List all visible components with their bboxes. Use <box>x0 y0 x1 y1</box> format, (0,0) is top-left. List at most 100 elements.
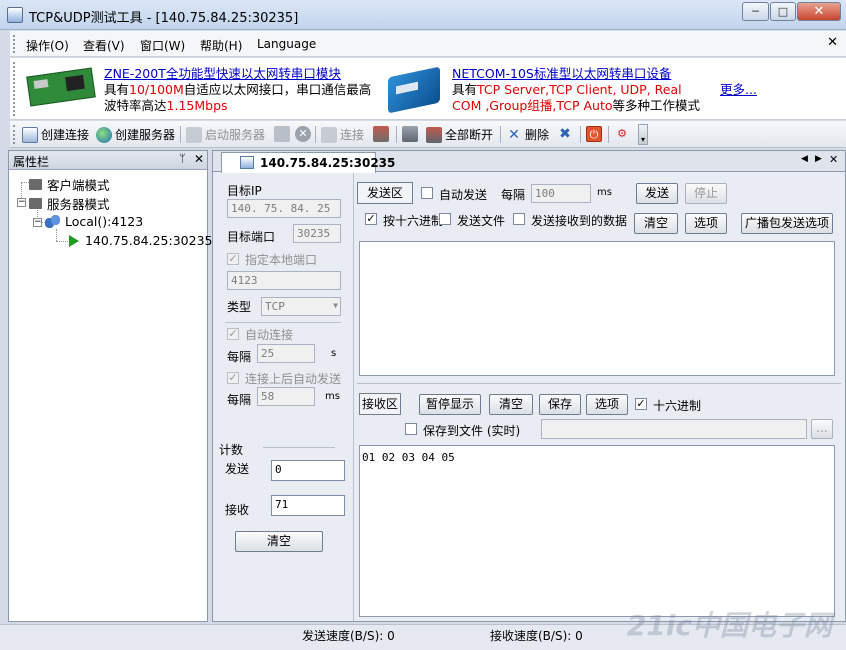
menu-close-icon[interactable]: ✕ <box>827 35 838 50</box>
target-port-field[interactable]: 30235 <box>293 224 341 243</box>
create-connection-button[interactable]: 创建连接 <box>22 126 89 143</box>
broadcast-options-button[interactable]: 广播包发送选项 <box>741 213 833 234</box>
send-textarea[interactable] <box>359 241 835 376</box>
disconnect-single-button[interactable] <box>402 126 421 142</box>
browse-button[interactable]: ... <box>811 419 833 439</box>
menu-view[interactable]: 查看(V) <box>83 37 125 54</box>
send-interval-label: 每隔 <box>501 188 526 202</box>
tree-local[interactable]: Local():4123 <box>45 214 143 229</box>
toolbar-separator <box>580 126 581 143</box>
power-button[interactable]: ⏻ <box>586 126 605 142</box>
tab-next-icon[interactable]: ▶ <box>815 154 822 164</box>
session-icon <box>240 156 254 169</box>
watermark-logo: 21ic中国电子网 <box>626 609 832 642</box>
app-icon <box>7 7 23 23</box>
network-icon <box>402 126 418 142</box>
title-bar: TCP&UDP测试工具 - [140.75.84.25:30235] ─ □ ✕ <box>0 0 846 30</box>
start-server-button[interactable]: 启动服务器 <box>186 126 265 143</box>
options-tool-button[interactable]: ⚙ <box>614 126 633 142</box>
send-button[interactable]: 发送 <box>636 183 678 204</box>
disconnect-all-button[interactable]: 全部断开 <box>426 126 493 143</box>
panel-close-icon[interactable]: ✕ <box>194 152 204 166</box>
create-server-button[interactable]: 创建服务器 <box>96 126 175 143</box>
tab-close-icon[interactable]: ✕ <box>829 153 838 166</box>
more-link[interactable]: 更多... <box>720 82 757 98</box>
send-count-field[interactable]: 0 <box>271 460 345 481</box>
globe-icon <box>96 126 112 143</box>
send-clear-button[interactable]: 清空 <box>634 213 678 234</box>
pin-icon[interactable]: ᛘ <box>179 152 186 165</box>
tree-collapse-icon[interactable]: − <box>33 218 42 227</box>
stop-send-button[interactable]: 停止 <box>685 183 727 204</box>
recv-count-field[interactable]: 71 <box>271 495 345 516</box>
toolbar-separator <box>500 126 501 143</box>
tree-server-mode[interactable]: 服务器模式 <box>29 194 110 213</box>
stop-button[interactable]: ✕ <box>295 126 314 142</box>
menu-language[interactable]: Language <box>257 37 316 51</box>
banner-grip <box>13 62 17 116</box>
toolbar-grip <box>13 125 17 144</box>
auto-send-toggle[interactable] <box>421 187 433 199</box>
send-file-checkbox[interactable] <box>439 213 451 225</box>
server-icon <box>274 126 290 142</box>
send-speed-status: 发送速度(B/S): 0 <box>302 629 395 643</box>
delete-all-icon: ✖ <box>559 126 571 142</box>
play-icon <box>69 234 79 247</box>
recv-clear-button[interactable]: 清空 <box>489 394 533 415</box>
auto-send-checkbox[interactable]: ✓ <box>227 372 239 384</box>
save-to-file-checkbox[interactable] <box>405 423 417 435</box>
toolbar-separator <box>396 126 397 143</box>
type-select[interactable]: TCP ▼ <box>261 297 341 316</box>
tab-session[interactable]: 140.75.84.25:30235 <box>221 152 395 173</box>
auto-connect-interval-field[interactable]: 25 <box>257 344 315 363</box>
local-port-label: 指定本地端口 <box>245 253 318 267</box>
panel-header: 属性栏 ᛘ ✕ <box>9 151 207 170</box>
recv-save-button[interactable]: 保存 <box>539 394 581 415</box>
menu-window[interactable]: 窗口(W) <box>140 37 185 54</box>
menu-operate[interactable]: 操作(O) <box>26 37 69 54</box>
tree-collapse-icon[interactable]: − <box>17 198 26 207</box>
dropdown-arrow-icon: ▼ <box>333 301 338 310</box>
pause-display-button[interactable]: 暂停显示 <box>419 394 481 415</box>
auto-send-interval-field[interactable]: 58 <box>257 387 315 406</box>
send-file-label: 发送文件 <box>457 214 506 228</box>
tree-client-mode[interactable]: 客户端模式 <box>29 175 110 194</box>
send-interval-field[interactable]: 100 <box>531 184 591 203</box>
menu-grip <box>13 35 17 53</box>
recv-textarea[interactable]: 01 02 03 04 05 <box>359 445 835 617</box>
stop-server-button[interactable] <box>274 126 293 142</box>
send-hex-checkbox[interactable]: ✓ <box>365 213 377 225</box>
disconnect-icon <box>373 126 389 142</box>
ad1-text: ZNE-200T全功能型快速以太网转串口模块 具有10/100M自适应以太网接口… <box>104 66 372 113</box>
recv-area-title: 接收区 <box>359 393 401 415</box>
delete-all-button[interactable]: ✖ <box>557 126 576 142</box>
save-file-path-field[interactable] <box>541 419 807 439</box>
target-ip-field[interactable]: 140. 75. 84. 25 <box>227 199 341 218</box>
toolbar-separator <box>608 126 609 143</box>
start-server-icon <box>186 126 202 143</box>
menu-help[interactable]: 帮助(H) <box>200 37 242 54</box>
ad1-link[interactable]: ZNE-200T全功能型快速以太网转串口模块 <box>104 66 341 81</box>
send-received-checkbox[interactable] <box>513 213 525 225</box>
tree-peer[interactable]: 140.75.84.25:30235 <box>69 233 212 248</box>
local-port-checkbox[interactable]: ✓ <box>227 253 239 265</box>
recv-hex-checkbox[interactable]: ✓ <box>635 398 647 410</box>
toolbar-overflow-chevron-icon[interactable]: ▾ <box>638 124 648 145</box>
delete-button[interactable]: ✕ 删除 <box>506 126 549 143</box>
auto-send-label: 自动发送 <box>439 188 488 202</box>
send-options-button[interactable]: 选项 <box>685 213 727 234</box>
local-port-field[interactable]: 4123 <box>227 271 341 290</box>
close-button[interactable]: ✕ <box>797 2 841 21</box>
recv-options-button[interactable]: 选项 <box>586 394 628 415</box>
tab-prev-icon[interactable]: ◀ <box>801 154 808 164</box>
clear-count-button[interactable]: 清空 <box>235 531 323 552</box>
ad2-link[interactable]: NETCOM-10S标准型以太网转串口设备 <box>452 66 671 81</box>
target-ip-label: 目标IP <box>227 184 262 198</box>
maximize-button[interactable]: □ <box>770 2 796 21</box>
splitter[interactable] <box>357 383 841 384</box>
connect-button[interactable]: 连接 <box>321 126 364 143</box>
disconnect-button[interactable] <box>373 126 392 142</box>
minimize-button[interactable]: ─ <box>742 2 769 21</box>
recv-hex-label: 十六进制 <box>653 399 702 413</box>
auto-connect-checkbox[interactable]: ✓ <box>227 328 239 340</box>
